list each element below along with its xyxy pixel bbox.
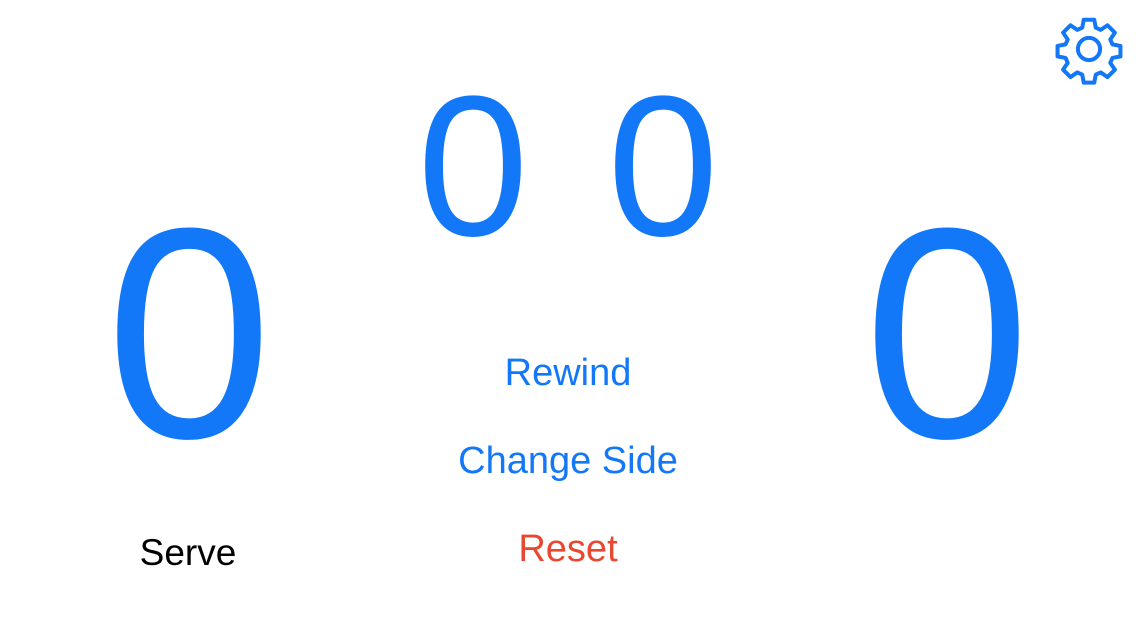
right-player-score[interactable]: 0 <box>837 183 1057 483</box>
change-side-button[interactable]: Change Side <box>418 442 718 480</box>
right-player-set-score[interactable]: 0 <box>588 67 738 267</box>
left-player-score[interactable]: 0 <box>79 183 299 483</box>
reset-button[interactable]: Reset <box>418 530 718 568</box>
gear-icon <box>1055 17 1123 85</box>
left-player-set-score[interactable]: 0 <box>398 67 548 267</box>
serve-indicator: Serve <box>139 532 237 573</box>
settings-button[interactable] <box>1052 12 1126 86</box>
rewind-button[interactable]: Rewind <box>418 354 718 392</box>
